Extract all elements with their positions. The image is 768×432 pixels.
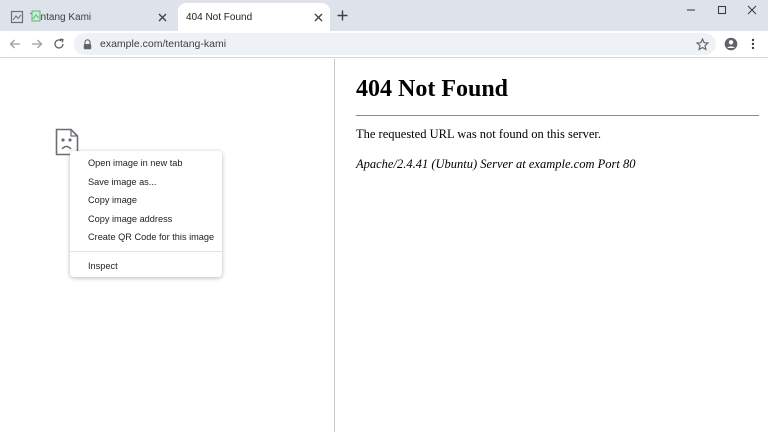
minimize-icon[interactable]: [678, 2, 704, 18]
image-drag-icon: [31, 9, 41, 22]
tab-strip: Tentang Kami 404 Not Found: [0, 0, 768, 31]
menu-item-copy-image[interactable]: Copy image: [70, 191, 222, 210]
divider: [356, 115, 759, 116]
error-page-pane: 404 Not Found The requested URL was not …: [336, 59, 768, 432]
browser-toolbar: example.com/tentang-kami: [0, 31, 768, 58]
address-bar[interactable]: example.com/tentang-kami: [74, 33, 716, 55]
arrow-left-icon[interactable]: [7, 36, 23, 52]
tab-tentang-kami[interactable]: Tentang Kami: [2, 3, 174, 31]
plus-icon[interactable]: [334, 7, 350, 23]
server-signature: Apache/2.4.41 (Ubuntu) Server at example…: [356, 157, 636, 171]
error-message: The requested URL was not found on this …: [356, 127, 601, 141]
address-url[interactable]: example.com/tentang-kami: [100, 38, 226, 50]
menu-divider: [70, 250, 222, 252]
tab-title: Tentang Kami: [30, 11, 92, 23]
window-close-icon[interactable]: [739, 2, 765, 18]
page-title: 404 Not Found: [356, 76, 509, 102]
close-icon[interactable]: [154, 9, 170, 25]
context-menu: Open image in new tab Save image as... C…: [70, 151, 222, 277]
reload-icon[interactable]: [51, 36, 67, 52]
menu-item-open-image-new-tab[interactable]: Open image in new tab: [70, 154, 222, 173]
arrow-right-icon[interactable]: [29, 36, 45, 52]
close-icon[interactable]: [310, 9, 326, 25]
menu-item-copy-image-address[interactable]: Copy image address: [70, 210, 222, 229]
menu-item-save-image-as[interactable]: Save image as...: [70, 173, 222, 192]
tab-404-not-found[interactable]: 404 Not Found: [178, 3, 330, 31]
broken-image-icon: [10, 10, 24, 24]
lock-icon[interactable]: [83, 38, 95, 50]
tab-title: 404 Not Found: [186, 11, 253, 23]
kebab-menu-icon[interactable]: [745, 36, 761, 52]
maximize-icon[interactable]: [709, 2, 735, 18]
menu-item-inspect[interactable]: Inspect: [70, 257, 222, 276]
account-circle-icon[interactable]: [723, 36, 739, 52]
menu-item-create-qr-code[interactable]: Create QR Code for this image: [70, 228, 222, 247]
star-icon[interactable]: [694, 36, 710, 52]
